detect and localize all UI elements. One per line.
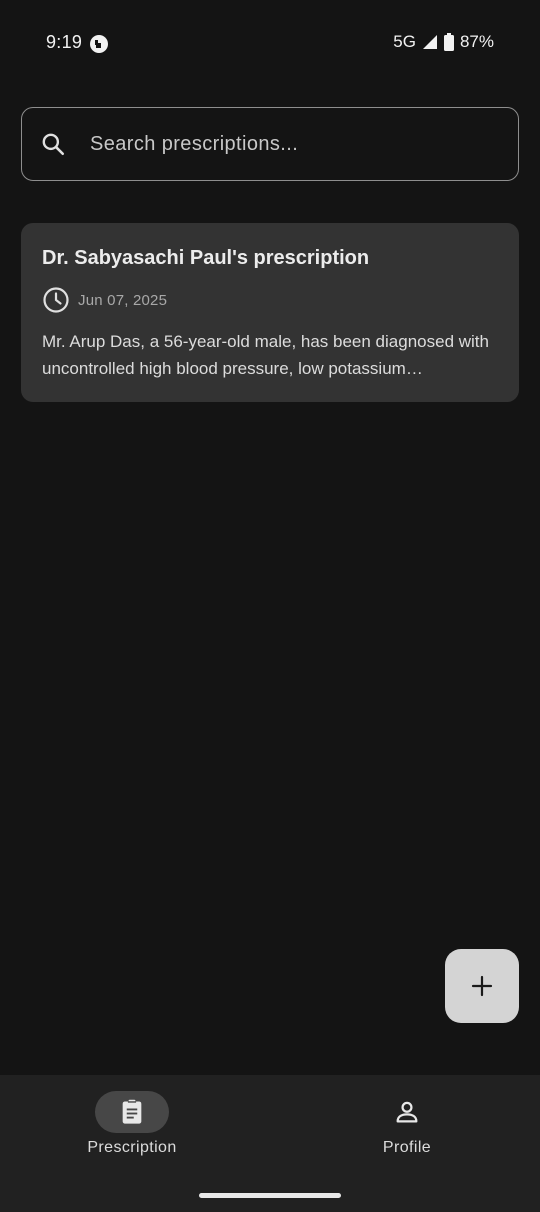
- status-indicators: 5G 87%: [393, 32, 494, 52]
- status-bar: 9:19 5G 87%: [0, 0, 540, 88]
- status-time: 9:19: [46, 32, 83, 52]
- prescription-summary: Mr. Arup Das, a 56-year-old male, has be…: [42, 332, 489, 378]
- nav-icon-container: [370, 1091, 444, 1133]
- notification-icon: [90, 35, 108, 53]
- clipboard-icon: [122, 1099, 142, 1124]
- search-bar[interactable]: [21, 107, 519, 181]
- prescription-date: Jun 07, 2025: [78, 291, 168, 309]
- nav-item-prescription[interactable]: Prescription: [42, 1091, 222, 1157]
- app-screen: 9:19 5G 87% Dr. Sabyasachi Paul's prescr…: [0, 0, 540, 1212]
- search-icon: [42, 133, 65, 156]
- prescription-date-row: Jun 07, 2025: [42, 286, 498, 314]
- battery-icon: [443, 33, 454, 51]
- nav-label-profile: Profile: [382, 1139, 432, 1156]
- home-indicator[interactable]: [199, 1193, 341, 1198]
- person-icon: [396, 1101, 418, 1123]
- battery-percent: 87%: [459, 32, 494, 51]
- prescription-title: Dr. Sabyasachi Paul's prescription: [42, 247, 370, 269]
- nav-active-indicator: [95, 1091, 169, 1133]
- plus-icon: [471, 975, 493, 997]
- bottom-navigation: Prescription Profile: [0, 1075, 540, 1212]
- nav-label-prescription: Prescription: [87, 1139, 177, 1156]
- network-type: 5G: [393, 32, 416, 51]
- nav-item-profile[interactable]: Profile: [317, 1091, 497, 1157]
- add-prescription-button[interactable]: [445, 949, 519, 1023]
- search-input[interactable]: [90, 132, 490, 156]
- clock-icon: [43, 287, 69, 313]
- prescription-card[interactable]: Dr. Sabyasachi Paul's prescription Jun 0…: [21, 223, 519, 402]
- signal-icon: [422, 35, 437, 49]
